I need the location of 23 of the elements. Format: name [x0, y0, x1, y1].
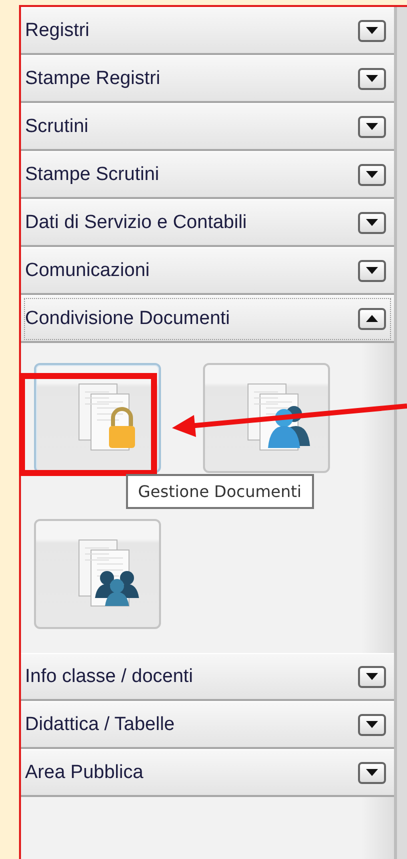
section-header[interactable]: Stampe Registri — [21, 55, 394, 103]
tooltip: Gestione Documenti — [126, 474, 314, 509]
documents-tile-button[interactable] — [203, 363, 330, 473]
expand-icon — [358, 666, 386, 688]
documents-tile-button[interactable] — [34, 519, 161, 629]
section-header[interactable]: Condivisione Documenti — [21, 295, 394, 343]
expand-icon — [358, 164, 386, 186]
section-header[interactable]: Comunicazioni — [21, 247, 394, 295]
expand-icon — [358, 20, 386, 42]
collapse-icon — [358, 308, 386, 330]
section-header[interactable]: Didattica / Tabelle — [21, 701, 394, 749]
expand-icon — [358, 714, 386, 736]
expand-icon — [358, 212, 386, 234]
section-header[interactable]: Stampe Scrutini — [21, 151, 394, 199]
section-header[interactable]: Dati di Servizio e Contabili — [21, 199, 394, 247]
expand-icon — [358, 68, 386, 90]
section-header[interactable]: Registri — [21, 7, 394, 55]
expand-icon — [358, 762, 386, 784]
section-header[interactable]: Info classe / docenti — [21, 653, 394, 701]
section-header[interactable]: Scrutini — [21, 103, 394, 151]
section-header[interactable]: Area Pubblica — [21, 749, 394, 797]
expand-icon — [358, 116, 386, 138]
expand-icon — [358, 260, 386, 282]
